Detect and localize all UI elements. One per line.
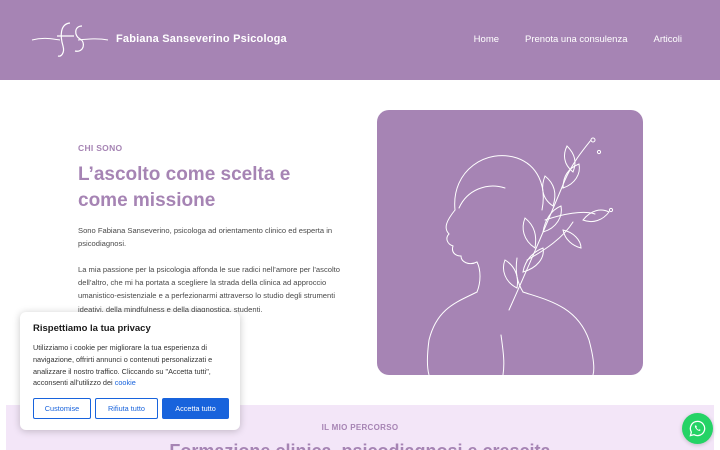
- fs-monogram-logo[interactable]: [30, 20, 110, 60]
- customise-button[interactable]: Customise: [33, 398, 91, 419]
- whatsapp-chat-button[interactable]: [682, 413, 713, 444]
- cookie-banner-text: Utilizziamo i cookie per migliorare la t…: [33, 342, 227, 389]
- hero-title: L’ascolto come scelta e come missione: [78, 164, 291, 211]
- nav-articoli[interactable]: Articoli: [653, 34, 682, 45]
- hero-illustration-card: [377, 110, 643, 375]
- section-kicker: CHI SONO: [78, 143, 123, 153]
- site-header: Fabiana Sanseverino Psicologa Home Preno…: [0, 0, 720, 80]
- woman-with-flowers-line-art: [427, 137, 614, 375]
- hero-paragraph-2: La mia passione per la psicologia affond…: [78, 265, 340, 314]
- main-nav: Home Prenota una consulenza Articoli: [474, 34, 682, 45]
- cookie-actions: Customise Rifiuta tutto Accetta tutto: [33, 398, 229, 419]
- cookie-policy-link[interactable]: cookie: [115, 378, 136, 387]
- nav-home[interactable]: Home: [474, 34, 499, 45]
- reject-all-button[interactable]: Rifiuta tutto: [95, 398, 158, 419]
- hero-paragraph-1: Sono Fabiana Sanseverino, psicologa ad o…: [78, 226, 333, 249]
- nav-prenota-consulenza[interactable]: Prenota una consulenza: [525, 34, 627, 45]
- cookie-banner-title: Rispettiamo la tua privacy: [33, 323, 151, 334]
- brand-name[interactable]: Fabiana Sanseverino Psicologa: [116, 33, 287, 45]
- cookie-consent-banner: Rispettiamo la tua privacy Utilizziamo i…: [20, 312, 240, 430]
- accept-all-button[interactable]: Accetta tutto: [162, 398, 229, 419]
- section2-title: Formazione clinica, psicodiagnosi e cres…: [6, 441, 714, 450]
- whatsapp-icon: [689, 420, 706, 437]
